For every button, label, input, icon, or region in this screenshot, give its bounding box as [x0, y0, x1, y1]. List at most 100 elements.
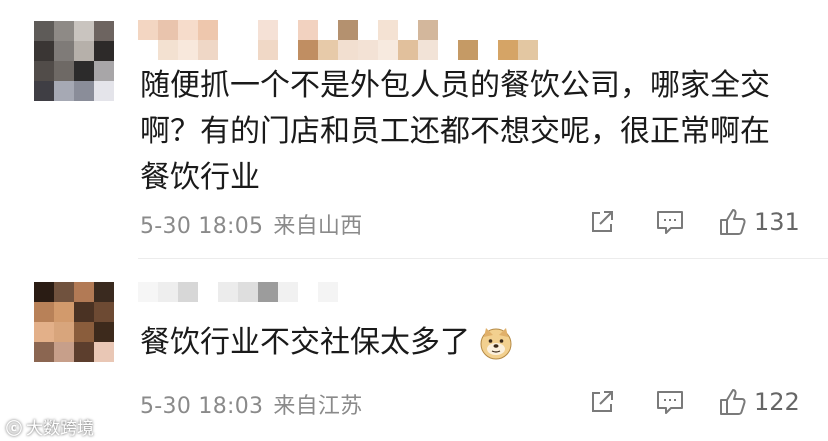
username-mosaic-cell	[478, 20, 498, 40]
like-button-1[interactable]: 131	[718, 202, 800, 242]
username-mosaic-cell	[218, 20, 238, 40]
avatar-pixel	[94, 282, 114, 302]
username-mosaic-cell	[278, 20, 298, 40]
username-mosaic-cell	[318, 20, 338, 40]
username-mosaic-cell	[198, 282, 218, 302]
avatar-pixel	[94, 41, 114, 61]
username-mosaic-row	[138, 20, 558, 40]
comment-text-2: 餐饮行业不交社保太多了	[140, 320, 788, 366]
share-icon	[592, 211, 613, 232]
avatar-pixel	[34, 302, 54, 322]
username-mosaic-cell	[178, 282, 198, 302]
username-mosaic-cell	[278, 282, 298, 302]
username-mosaic-cell	[158, 40, 178, 60]
avatar-pixel	[94, 81, 114, 101]
username-mosaic-cell	[498, 20, 518, 40]
username-mosaic-cell	[418, 20, 438, 40]
username-mosaic-cell	[278, 40, 298, 60]
avatar-pixel	[74, 81, 94, 101]
username-mosaic-cell	[318, 40, 338, 60]
avatar-pixel	[54, 322, 74, 342]
comment-actions-2: 122	[0, 382, 828, 422]
username-mosaic-cell	[258, 282, 278, 302]
user-avatar-2[interactable]	[34, 282, 114, 362]
username-mosaic-cell	[338, 282, 358, 302]
avatar-pixel	[34, 282, 54, 302]
watermark-logo-icon: ⓒ	[6, 418, 23, 438]
username-mosaic-cell	[298, 20, 318, 40]
avatar-pixel	[34, 41, 54, 61]
like-button-2[interactable]: 122	[718, 382, 800, 422]
like-count-2: 122	[754, 388, 800, 416]
avatar-pixel	[54, 21, 74, 41]
username-mosaic-cell	[338, 20, 358, 40]
username-mosaic-cell	[438, 40, 458, 60]
username-mosaic-cell	[258, 40, 278, 60]
username-mosaic-cell	[178, 20, 198, 40]
username-mosaic-row	[138, 282, 358, 302]
username-mosaic-cell	[438, 20, 458, 40]
username-mosaic-cell	[418, 40, 438, 60]
username-mosaic-cell	[298, 282, 318, 302]
avatar-pixel	[74, 21, 94, 41]
avatar-pixel	[74, 322, 94, 342]
comment-actions-1: 131	[0, 202, 828, 242]
username-mosaic-cell	[138, 40, 158, 60]
username-mosaic-cell	[378, 20, 398, 40]
comment-item-1: 随便抓一个不是外包人员的餐饮公司，哪家全交啊？有的门店和员工还都不想交呢，很正常…	[0, 0, 828, 258]
avatar-pixel	[34, 342, 54, 362]
avatar-pixel	[74, 282, 94, 302]
like-count-1: 131	[754, 208, 800, 236]
user-avatar-1[interactable]	[34, 21, 114, 101]
avatar-pixel	[74, 342, 94, 362]
username-mosaic-cell	[258, 20, 278, 40]
avatar-pixel	[94, 322, 114, 342]
username-mosaic-cell	[338, 40, 358, 60]
share-button-2[interactable]	[582, 382, 622, 422]
share-icon	[592, 391, 613, 412]
username-mosaic-cell	[198, 20, 218, 40]
username-mosaic-cell	[378, 40, 398, 60]
username-mosaic-cell	[518, 40, 538, 60]
username-mosaic-1[interactable]	[138, 20, 558, 60]
avatar-pixel	[54, 282, 74, 302]
reply-button-1[interactable]	[650, 202, 690, 242]
avatar-pixel	[74, 302, 94, 322]
username-mosaic-cell	[238, 20, 258, 40]
username-mosaic-cell	[138, 20, 158, 40]
username-mosaic-cell	[158, 282, 178, 302]
username-mosaic-cell	[218, 282, 238, 302]
comment-text-1: 随便抓一个不是外包人员的餐饮公司，哪家全交啊？有的门店和员工还都不想交呢，很正常…	[140, 68, 770, 195]
username-mosaic-cell	[158, 20, 178, 40]
comment-item-2: 餐饮行业不交社保太多了 5-30 18:03 来自江苏 122	[0, 266, 828, 441]
avatar-pixel	[94, 61, 114, 81]
username-mosaic-cell	[458, 20, 478, 40]
avatar-pixel	[54, 61, 74, 81]
avatar-pixel	[94, 342, 114, 362]
username-mosaic-cell	[498, 40, 518, 60]
share-button-1[interactable]	[582, 202, 622, 242]
username-mosaic-cell	[238, 282, 258, 302]
avatar-pixel	[74, 61, 94, 81]
comment-icon	[657, 211, 683, 234]
avatar-pixel	[34, 61, 54, 81]
avatar-pixel	[54, 81, 74, 101]
comment-icon	[657, 391, 683, 414]
avatar-pixel	[54, 302, 74, 322]
username-mosaic-cell	[198, 40, 218, 60]
comment-text-2-body: 餐饮行业不交社保太多了	[140, 325, 470, 360]
username-mosaic-cell	[218, 40, 238, 60]
username-mosaic-2[interactable]	[138, 282, 358, 302]
username-mosaic-cell	[358, 20, 378, 40]
username-mosaic-cell	[138, 282, 158, 302]
comment-divider	[138, 258, 828, 259]
username-mosaic-cell	[398, 20, 418, 40]
avatar-pixel	[54, 342, 74, 362]
watermark-text: 大数跨境	[26, 419, 95, 439]
avatar-pixel	[54, 41, 74, 61]
reply-button-2[interactable]	[650, 382, 690, 422]
avatar-pixel	[74, 41, 94, 61]
username-mosaic-cell	[478, 40, 498, 60]
thumbs-up-icon	[720, 389, 746, 415]
username-mosaic-cell	[518, 20, 538, 40]
